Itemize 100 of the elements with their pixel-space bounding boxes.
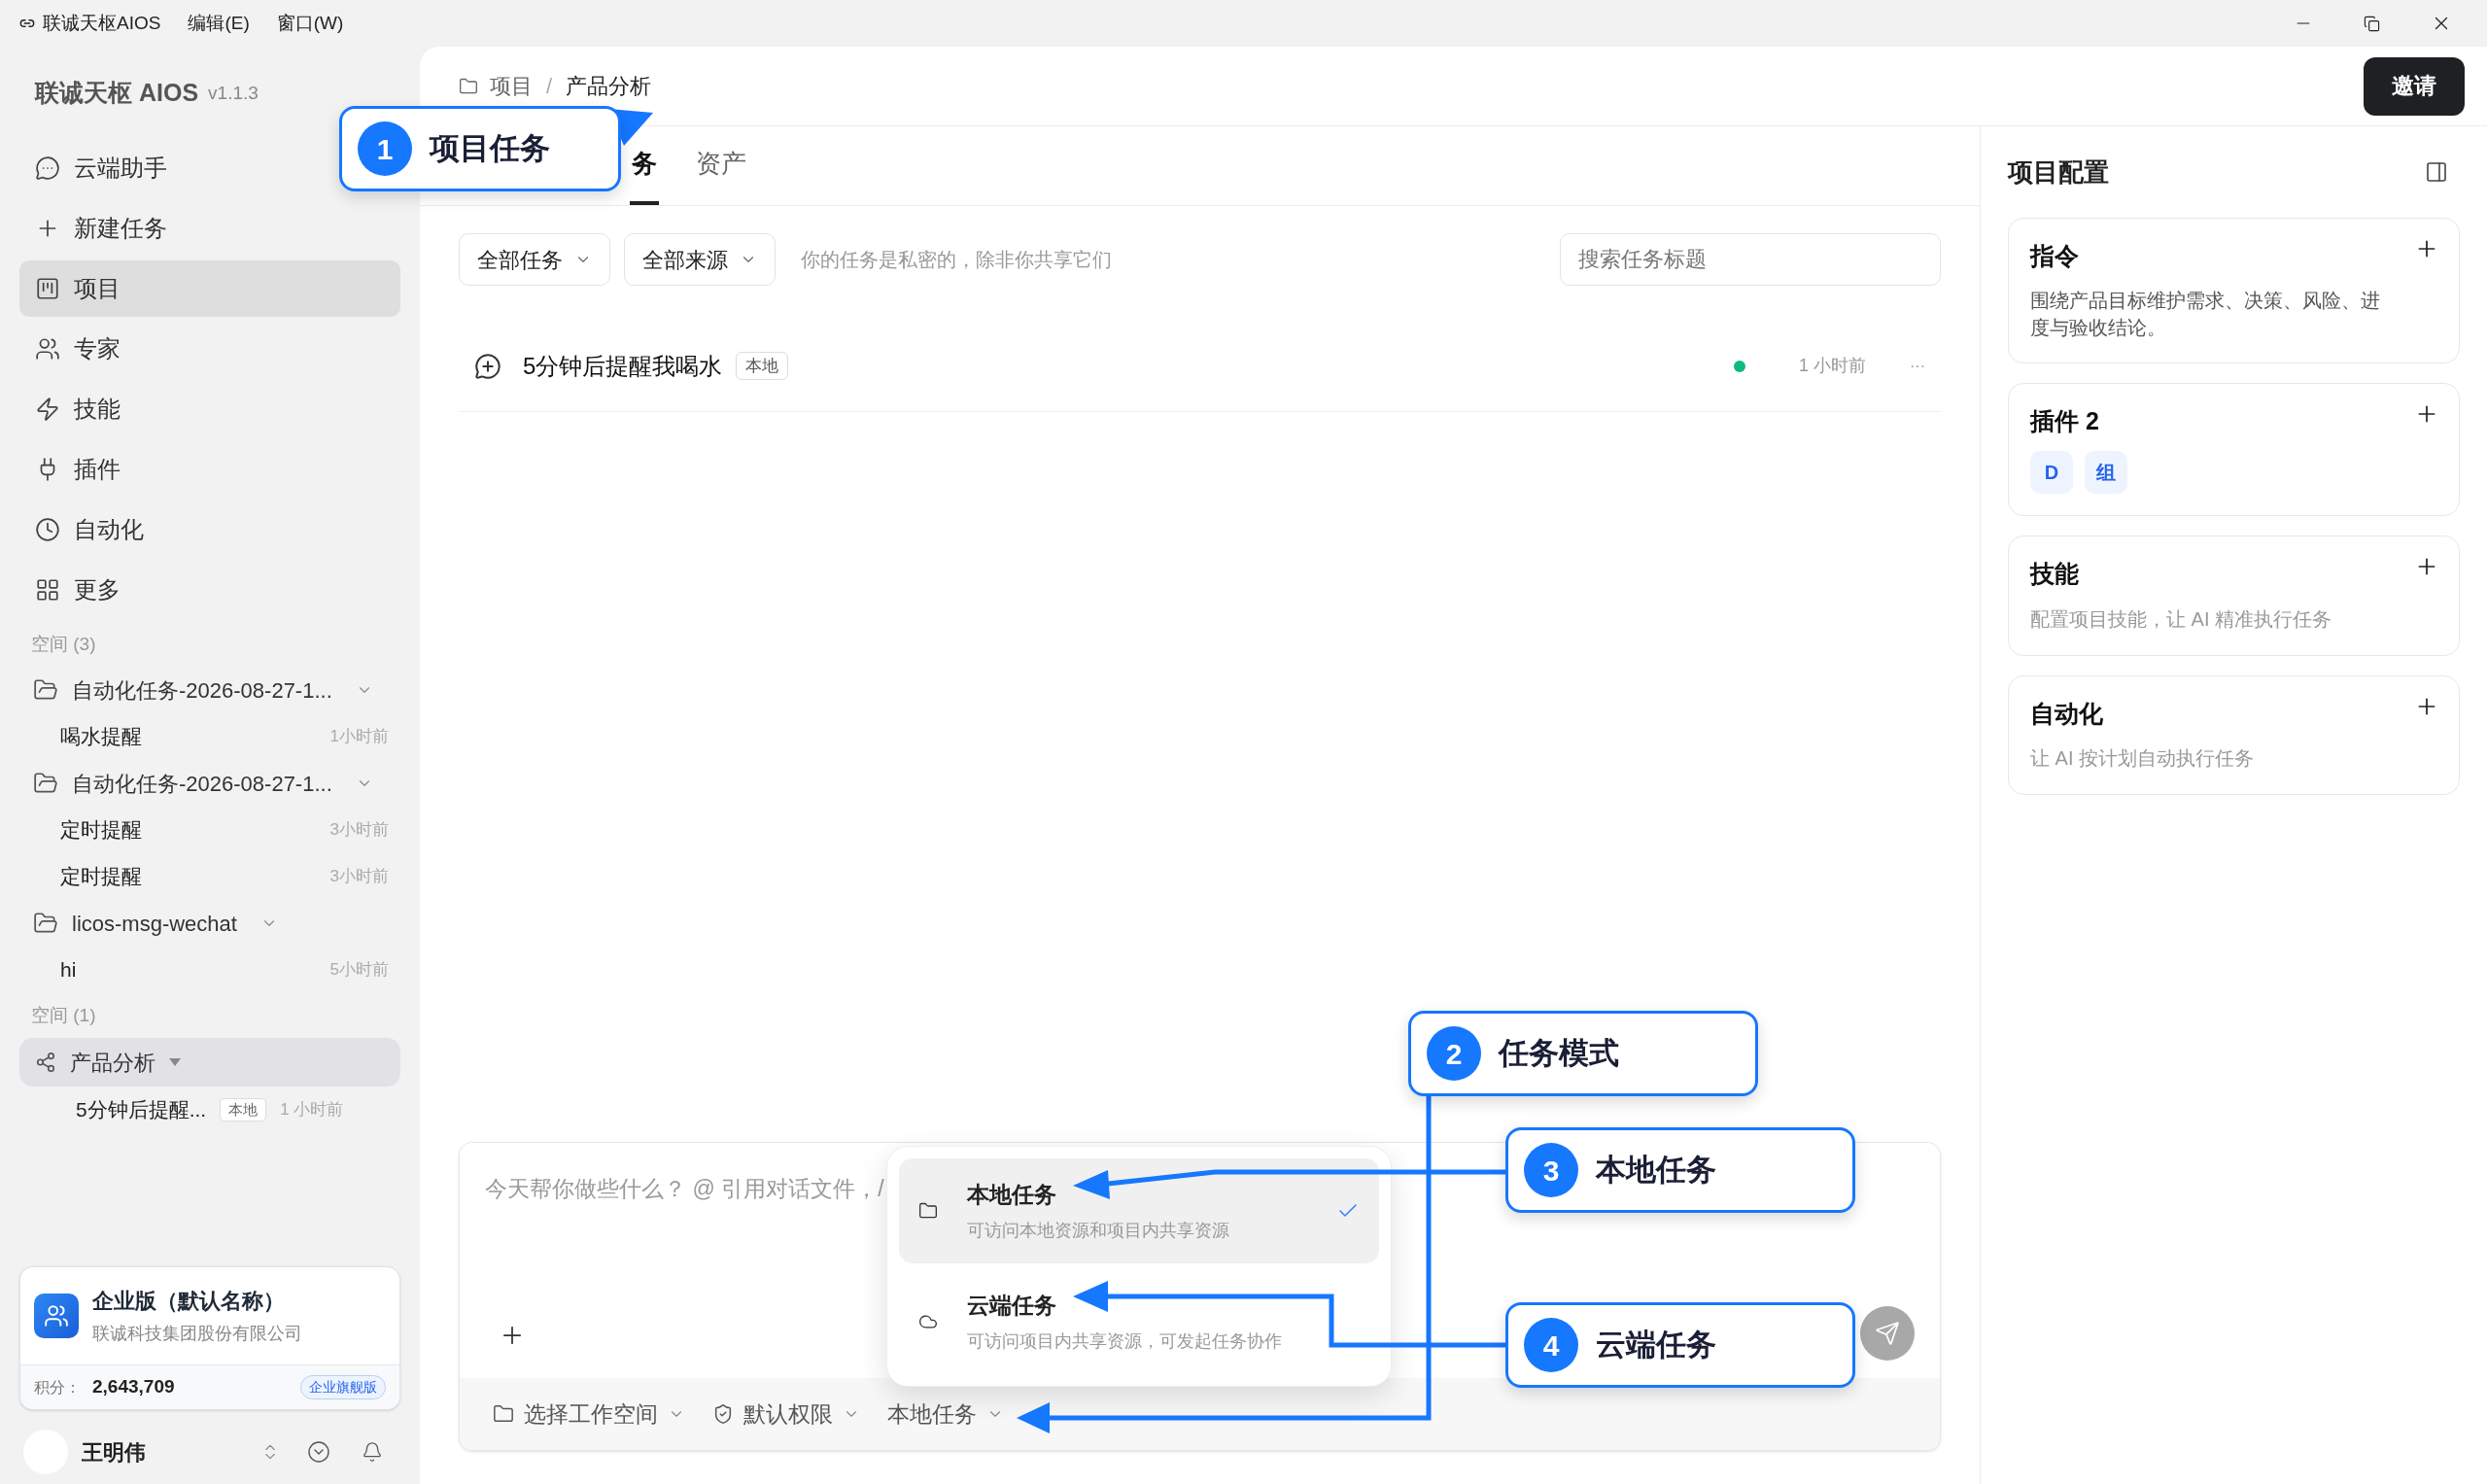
breadcrumb-current: 产品分析 [566, 73, 652, 100]
points-value: 2,643,709 [92, 1375, 175, 1399]
mode-title: 云端任务 [967, 1292, 1057, 1321]
nav-item[interactable]: 专家 [19, 321, 400, 377]
project-name: 产品分析 [70, 1049, 155, 1077]
lightning-icon [35, 397, 60, 422]
board-icon [35, 276, 60, 301]
nav-item[interactable]: 自动化 [19, 501, 400, 558]
task-icon [474, 352, 501, 380]
callout-label: 项目任务 [430, 129, 550, 167]
task-title: 定时提醒 [60, 817, 142, 844]
task-title: 定时提醒 [60, 864, 142, 890]
folder-icon [918, 1201, 938, 1221]
card-title: 技能 [2030, 559, 2079, 589]
task-time: 5小时前 [329, 959, 389, 982]
project-item[interactable]: 产品分析 [19, 1038, 400, 1087]
task-time: 1 小时前 [280, 1099, 344, 1122]
search-field[interactable]: 搜索任务标题 [1560, 233, 1941, 286]
shield-icon [712, 1403, 734, 1425]
callout-number: 3 [1524, 1143, 1578, 1197]
mode-description: 可访问本地资源和项目内共享资源 [967, 1219, 1229, 1242]
folder-icon [33, 911, 58, 936]
card-hint: 让 AI 按计划自动执行任务 [2030, 746, 2255, 771]
callout-label: 任务模式 [1499, 1034, 1619, 1072]
task-item[interactable]: 定时提醒 3小时前 [19, 853, 400, 900]
toolbar-dropdown[interactable]: 默认权限 [712, 1397, 860, 1432]
callout-label: 本地任务 [1596, 1151, 1716, 1189]
toolbar-dropdown[interactable]: 本地任务 [887, 1397, 1004, 1432]
task-item[interactable]: 喝水提醒 1小时前 [19, 713, 400, 760]
grid-icon [35, 577, 60, 603]
mode-option[interactable]: 云端任务 可访问项目内共享资源，可发起任务协作 [899, 1269, 1379, 1374]
task-time: 3小时前 [329, 866, 389, 888]
task-title: hi [60, 957, 77, 984]
chat-icon [35, 155, 60, 181]
task-title: 喝水提醒 [60, 724, 142, 750]
filter-dropdown[interactable]: 全部任务 [459, 233, 610, 286]
source-badge: 本地 [220, 1097, 267, 1122]
folder-icon [33, 677, 58, 703]
privacy-hint: 你的任务是私密的，除非你共享它们 [801, 248, 1112, 272]
folder-icon [493, 1403, 514, 1425]
mode-title: 本地任务 [967, 1181, 1057, 1210]
menu-item[interactable]: 编辑(E) [188, 9, 250, 38]
org-icon [34, 1294, 79, 1338]
task-row[interactable]: 5分钟后提醒我喝水 本地 1 小时前 ··· [459, 321, 1941, 412]
card-text: 围绕产品目标维护需求、决策、风险、进度与验收结论。 [2030, 288, 2381, 340]
breadcrumb-link[interactable]: 项目 [490, 70, 533, 102]
task-title: 5分钟后提醒... [76, 1097, 207, 1123]
filter-dropdown[interactable]: 全部来源 [624, 233, 776, 286]
invite-button[interactable]: 邀请 [2364, 56, 2465, 116]
breadcrumb-separator: / [546, 73, 553, 100]
mode-description: 可访问项目内共享资源，可发起任务协作 [967, 1329, 1282, 1353]
cloud-icon [918, 1312, 938, 1331]
send-icon [1875, 1321, 1900, 1346]
nav-item[interactable]: 新建任务 [19, 200, 400, 257]
task-item[interactable]: hi 5小时前 [19, 947, 400, 993]
caret-icon [169, 1058, 181, 1066]
folder-icon [459, 76, 478, 96]
panel-title: 项目配置 [2008, 155, 2109, 189]
mode-option[interactable]: 本地任务 可访问本地资源和项目内共享资源 [899, 1158, 1379, 1263]
task-item[interactable]: 定时提醒 3小时前 [19, 807, 400, 853]
task-time: 3小时前 [329, 819, 389, 842]
org-name: 企业版（默认名称） [92, 1288, 286, 1315]
callout-number: 1 [358, 121, 412, 176]
app-menu[interactable]: 联诚天枢AIOS [43, 9, 161, 38]
points-label: 积分： [34, 1377, 81, 1398]
card-title: 指令 [2030, 241, 2079, 271]
nav-item[interactable]: 项目 [19, 260, 400, 317]
plugin-chip[interactable]: 组 [2085, 451, 2127, 494]
plan-badge: 企业旗舰版 [300, 1375, 386, 1399]
bell-icon[interactable] [362, 1441, 383, 1463]
nav-item[interactable]: 技能 [19, 381, 400, 437]
tab[interactable]: 资产 [694, 126, 748, 205]
card-title: 插件 2 [2030, 405, 2099, 436]
callout-label: 云端任务 [1596, 1326, 1716, 1363]
section-label: 空间 (3) [31, 632, 96, 656]
folder-icon [33, 771, 58, 796]
task-time: 1小时前 [329, 726, 389, 748]
folder-name: 自动化任务-2026-08-27-1... [72, 676, 332, 705]
nav-item[interactable]: 插件 [19, 441, 400, 498]
clock-icon [35, 517, 60, 542]
panel-toggle-icon[interactable] [2425, 160, 2448, 184]
org-card[interactable]: 企业版（默认名称） 联诚科技集团股份有限公司 积分： 2,643,709 企业旗舰版 [19, 1266, 400, 1410]
app-brand: 联诚天枢 AIOS [35, 78, 199, 109]
circle-chevron-icon[interactable] [307, 1440, 330, 1464]
users-icon [35, 336, 60, 362]
menu-item[interactable]: 窗口(W) [276, 9, 344, 38]
restore-icon[interactable] [2364, 15, 2380, 32]
folder-name: licos-msg-wechat [72, 910, 237, 938]
user-name: 王明伟 [82, 1438, 146, 1467]
plugin-chip[interactable]: D [2030, 451, 2073, 494]
card-title: 自动化 [2030, 698, 2103, 729]
card-hint: 配置项目技能，让 AI 精准执行任务 [2030, 606, 2332, 632]
toolbar-dropdown[interactable]: 选择工作空间 [493, 1397, 685, 1432]
task-time: 1 小时前 [1799, 355, 1866, 377]
task-item[interactable]: 5分钟后提醒... 本地 1 小时前 [19, 1087, 400, 1133]
nav-item[interactable]: 更多 [19, 562, 400, 618]
source-badge: 本地 [736, 351, 789, 381]
folder-name: 自动化任务-2026-08-27-1... [72, 770, 332, 798]
org-company: 联诚科技集团股份有限公司 [92, 1323, 302, 1345]
share-icon [35, 1052, 56, 1073]
